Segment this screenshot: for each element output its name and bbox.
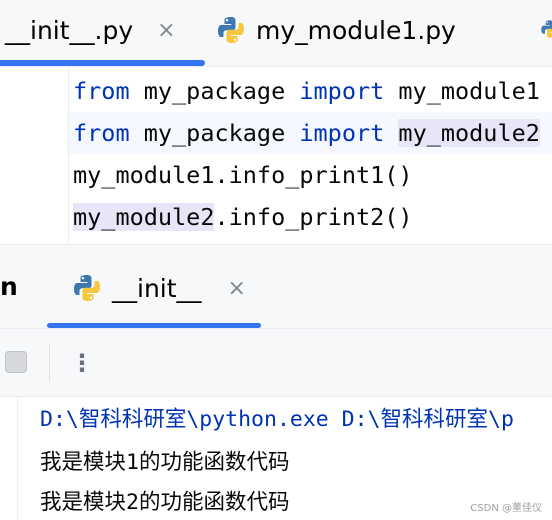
- close-icon[interactable]: ×: [228, 276, 246, 301]
- console-command-line[interactable]: D:\智科科研室\python.exe D:\智科科研室\p: [40, 403, 514, 437]
- keyword: from: [73, 77, 130, 105]
- tab-label: my_module1.py: [256, 15, 456, 45]
- code-text: .info_print2(): [214, 203, 413, 231]
- code-text: my_module1: [384, 77, 540, 105]
- python-icon[interactable]: [540, 16, 552, 42]
- console-output-line: 我是模块1的功能函数代码: [40, 450, 290, 475]
- keyword: import: [299, 119, 385, 147]
- python-icon: [218, 17, 244, 43]
- highlighted-reference: my_module2: [73, 203, 215, 231]
- close-icon[interactable]: ×: [157, 18, 175, 43]
- more-options-button[interactable]: ⋮: [70, 347, 94, 379]
- highlighted-reference: my_module2: [398, 119, 540, 147]
- code-line-3[interactable]: my_module1.info_print1(): [73, 154, 413, 196]
- tab-my-module1-py[interactable]: my_module1.py: [216, 0, 456, 60]
- run-panel-header: n __init__ ×: [0, 245, 552, 328]
- console-output-line: 我是模块2的功能函数代码: [40, 490, 290, 515]
- tab-init-py[interactable]: __init__.py ×: [5, 0, 176, 60]
- editor-gutter: [0, 67, 68, 244]
- toolbar-separator: [49, 344, 50, 382]
- editor-tab-bar: __init__.py × my_module1.py: [0, 0, 552, 66]
- code-text: my_package: [129, 77, 300, 105]
- run-panel-title: n: [0, 272, 18, 301]
- divider: [68, 67, 69, 244]
- keyword: import: [299, 77, 385, 105]
- python-icon: [74, 275, 100, 301]
- code-editor[interactable]: from my_package import my_module1 from m…: [0, 67, 552, 244]
- run-toolbar: ⋮: [0, 329, 552, 396]
- watermark: CSDN @董佳仪: [470, 503, 542, 514]
- code-text: my_package: [129, 119, 300, 147]
- divider: [17, 397, 18, 520]
- code-text: my_module1.info_print1(): [73, 161, 413, 189]
- code-line-4[interactable]: my_module2.info_print2(): [73, 196, 413, 238]
- tab-label: __init__.py: [5, 15, 134, 45]
- code-line-1[interactable]: from my_package import my_module1: [73, 70, 540, 112]
- run-tab-init[interactable]: __init__ ×: [72, 271, 246, 305]
- run-tab-label: __init__: [112, 273, 202, 303]
- keyword: from: [73, 119, 130, 147]
- stop-button[interactable]: [5, 351, 27, 373]
- console-output[interactable]: D:\智科科研室\python.exe D:\智科科研室\p 我是模块1的功能函…: [0, 397, 552, 520]
- code-line-2[interactable]: from my_package import my_module2: [73, 112, 540, 154]
